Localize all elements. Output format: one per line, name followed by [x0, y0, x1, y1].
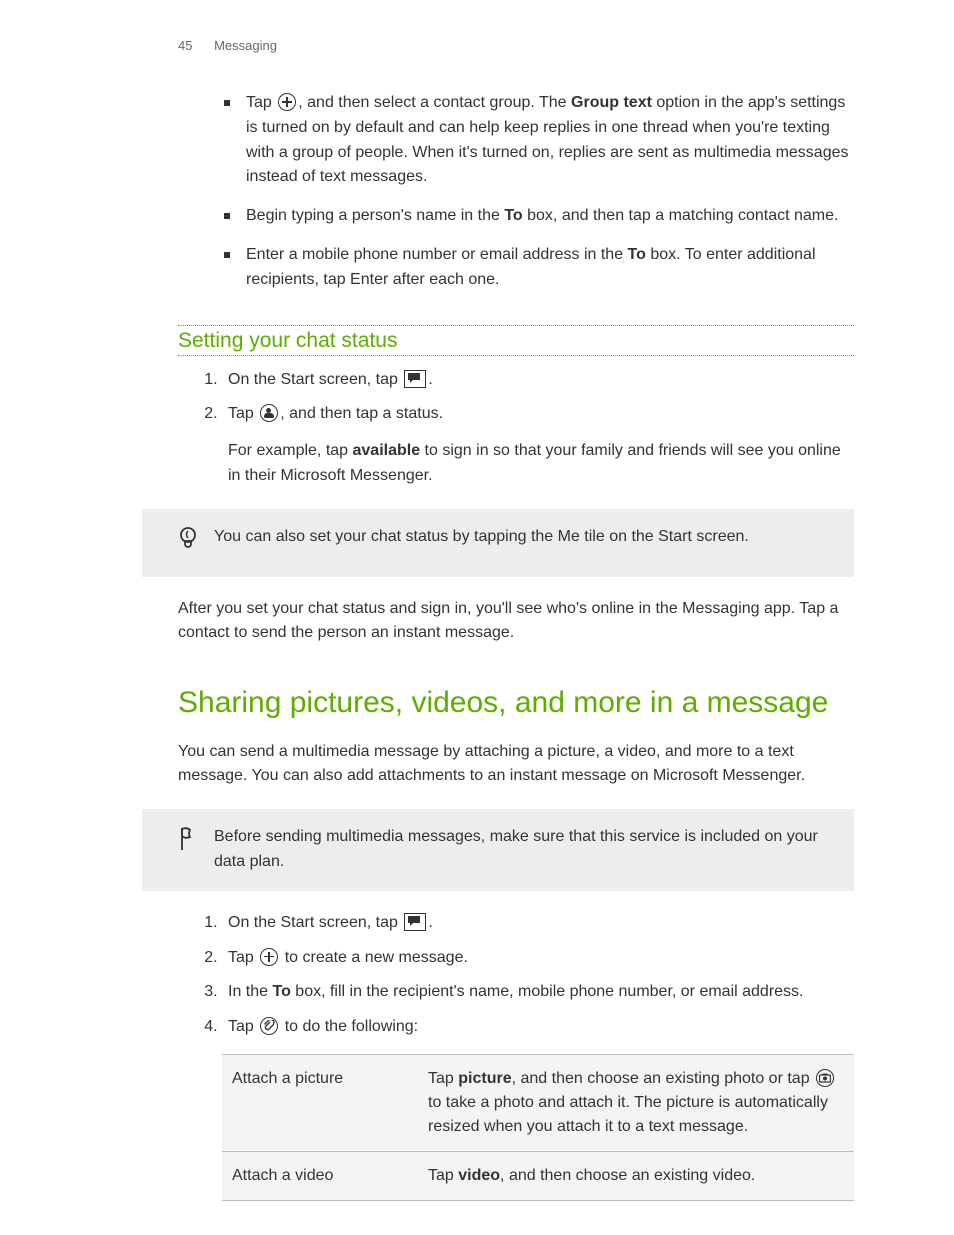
tip-callout: You can also set your chat status by tap… — [142, 509, 854, 577]
text: Begin typing a person's name in the — [246, 207, 504, 224]
text: , and then select a contact group. The — [298, 94, 571, 111]
bullet-item: Begin typing a person's name in the To b… — [224, 204, 854, 229]
bullet-marker — [224, 213, 230, 219]
step-item: Tap to create a new message. — [222, 946, 854, 971]
bullet-marker — [224, 100, 230, 106]
text: Enter a mobile phone number or email add… — [246, 246, 628, 263]
text: , and then choose an existing photo or t… — [512, 1070, 814, 1087]
step-item: In the To box, fill in the recipient's n… — [222, 980, 854, 1005]
text: , and then choose an existing video. — [500, 1167, 755, 1184]
table-row: Attach a video Tap video, and then choos… — [222, 1152, 854, 1201]
recipient-bullets: Tap , and then select a contact group. T… — [224, 91, 854, 293]
page-header: 45 Messaging — [0, 38, 954, 53]
plus-icon — [278, 93, 296, 111]
text-bold: available — [353, 442, 421, 459]
attachment-table: Attach a picture Tap picture, and then c… — [222, 1054, 854, 1201]
step-item: Tap , and then tap a status. For example… — [222, 402, 854, 488]
text: Tap — [228, 405, 258, 422]
section-name: Messaging — [214, 38, 277, 53]
lightbulb-icon — [178, 526, 214, 561]
status-icon — [260, 404, 278, 422]
text-bold: To — [272, 983, 290, 1000]
text: In the — [228, 983, 272, 1000]
bullet-item: Enter a mobile phone number or email add… — [224, 243, 854, 293]
steps-chat-status: On the Start screen, tap . Tap , and the… — [178, 368, 854, 489]
text: . — [428, 914, 432, 931]
text: , and then tap a status. — [280, 405, 443, 422]
text: to create a new message. — [280, 949, 468, 966]
text: to do the following: — [280, 1018, 418, 1035]
text-bold: picture — [458, 1070, 511, 1087]
text: Tap — [228, 949, 258, 966]
table-row: Attach a picture Tap picture, and then c… — [222, 1055, 854, 1152]
note-callout: Before sending multimedia messages, make… — [142, 809, 854, 891]
section-title: Sharing pictures, videos, and more in a … — [178, 684, 854, 722]
subheading-block: Setting your chat status — [178, 325, 854, 356]
step-item: On the Start screen, tap . — [222, 368, 854, 393]
messaging-app-icon — [404, 913, 426, 931]
step-item: Tap to do the following: — [222, 1015, 854, 1040]
text-bold: video — [458, 1167, 500, 1184]
text: box, fill in the recipient's name, mobil… — [291, 983, 804, 1000]
text-bold: Group text — [571, 94, 652, 111]
tip-text: You can also set your chat status by tap… — [214, 525, 838, 550]
page-number: 45 — [178, 38, 192, 53]
text: For example, tap — [228, 442, 353, 459]
paragraph: After you set your chat status and sign … — [178, 597, 854, 647]
text: box, and then tap a matching contact nam… — [523, 207, 839, 224]
text: to take a photo and attach it. The pictu… — [428, 1094, 828, 1135]
note-text: Before sending multimedia messages, make… — [214, 825, 838, 875]
flag-icon — [178, 826, 214, 861]
divider — [178, 355, 854, 356]
table-value: Tap picture, and then choose an existing… — [418, 1055, 854, 1152]
table-label: Attach a picture — [222, 1055, 418, 1152]
steps-sharing: On the Start screen, tap . Tap to create… — [178, 911, 854, 1040]
table-value: Tap video, and then choose an existing v… — [418, 1152, 854, 1201]
text: On the Start screen, tap — [228, 914, 402, 931]
text: Tap — [246, 94, 276, 111]
table-label: Attach a video — [222, 1152, 418, 1201]
text: . — [428, 371, 432, 388]
bullet-marker — [224, 252, 230, 258]
text-bold: To — [504, 207, 522, 224]
text: Tap — [428, 1167, 458, 1184]
paragraph: You can send a multimedia message by att… — [178, 740, 854, 790]
text-bold: To — [628, 246, 646, 263]
subheading: Setting your chat status — [178, 326, 854, 355]
bullet-item: Tap , and then select a contact group. T… — [224, 91, 854, 190]
attach-icon — [260, 1017, 278, 1035]
step-item: On the Start screen, tap . — [222, 911, 854, 936]
plus-icon — [260, 948, 278, 966]
text: Tap — [428, 1070, 458, 1087]
text: On the Start screen, tap — [228, 371, 402, 388]
messaging-app-icon — [404, 370, 426, 388]
camera-icon — [816, 1069, 834, 1087]
text: Tap — [228, 1018, 258, 1035]
